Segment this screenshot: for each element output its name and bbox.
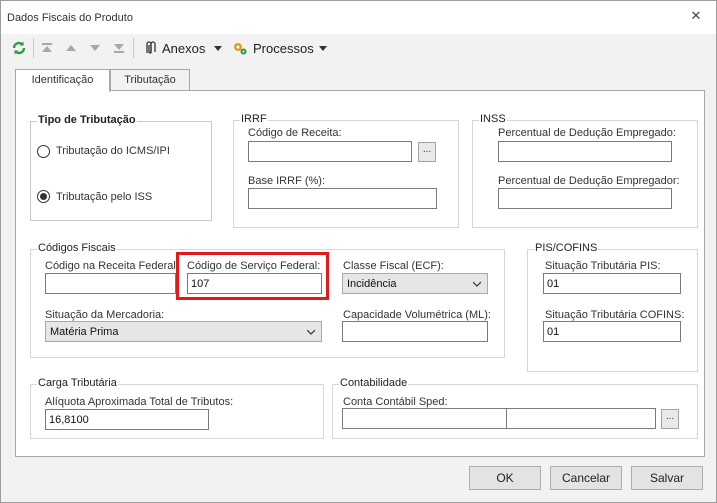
paperclip-icon[interactable]: [142, 40, 158, 56]
capacidade-input[interactable]: [342, 321, 488, 342]
empregador-input[interactable]: [498, 188, 672, 209]
refresh-icon[interactable]: [11, 40, 27, 56]
irrf-legend: IRRF: [240, 113, 268, 125]
classe-fiscal-select[interactable]: Incidência: [342, 273, 488, 294]
capacidade-label: Capacidade Volumétrica (ML):: [343, 309, 491, 321]
title-bar: Dados Fiscais do Produto ✕: [1, 1, 716, 34]
tab-tributacao[interactable]: Tributação: [110, 69, 190, 91]
chevron-down-icon: [306, 327, 316, 335]
toolbar-separator: [133, 38, 134, 58]
aliquota-label: Alíquota Aproximada Total de Tributos:: [45, 396, 234, 408]
base-irrf-input[interactable]: [248, 188, 437, 209]
codigo-receita-label: Código de Receita:: [248, 127, 342, 139]
classe-fiscal-value: Incidência: [347, 278, 397, 290]
conta-contabil-description-input[interactable]: [506, 408, 656, 429]
carga-tributaria-legend: Carga Tributária: [37, 377, 118, 389]
pis-cofins-legend: PIS/COFINS: [534, 242, 599, 254]
ok-button[interactable]: OK: [469, 466, 541, 490]
cofins-input[interactable]: 01: [543, 321, 681, 342]
radio-iss-label[interactable]: Tributação pelo ISS: [56, 191, 152, 203]
close-icon[interactable]: ✕: [690, 9, 702, 22]
highlight-box: [176, 252, 329, 300]
inss-legend: INSS: [479, 113, 507, 125]
conta-contabil-lookup-button[interactable]: ...: [661, 409, 679, 429]
tipo-tributacao-group: Tipo de Tributação: [30, 114, 212, 221]
pis-label: Situação Tributária PIS:: [545, 260, 661, 272]
processes-gear-icon[interactable]: [232, 40, 248, 56]
tipo-tributacao-legend: Tipo de Tributação: [37, 114, 137, 126]
radio-iss[interactable]: [37, 190, 50, 203]
radio-icms-ipi[interactable]: [37, 145, 50, 158]
classe-fiscal-label: Classe Fiscal (ECF):: [343, 260, 444, 272]
dialog-window: Dados Fiscais do Produto ✕ Anexos Proces…: [0, 0, 717, 503]
chevron-down-icon[interactable]: [214, 46, 222, 51]
empregado-label: Percentual de Dedução Empregado:: [498, 127, 676, 139]
last-record-icon[interactable]: [111, 40, 127, 56]
codigo-receita-input[interactable]: [248, 141, 412, 162]
aliquota-input[interactable]: 16,8100: [45, 409, 209, 430]
receita-federal-input[interactable]: [45, 273, 176, 294]
tab-panel: Tipo de Tributação Tributação do ICMS/IP…: [15, 90, 705, 457]
cofins-label: Situação Tributária COFINS:: [545, 309, 685, 321]
situacao-mercadoria-value: Matéria Prima: [50, 326, 119, 338]
codigo-receita-lookup-button[interactable]: ...: [418, 142, 436, 162]
contabilidade-legend: Contabilidade: [339, 377, 409, 389]
previous-record-icon[interactable]: [63, 40, 79, 56]
toolbar-separator: [33, 38, 34, 58]
next-record-icon[interactable]: [87, 40, 103, 56]
first-record-icon[interactable]: [39, 40, 55, 56]
processos-menu[interactable]: Processos: [253, 41, 314, 56]
radio-selected-dot: [40, 193, 47, 200]
chevron-down-icon: [472, 279, 482, 287]
anexos-menu[interactable]: Anexos: [162, 41, 205, 56]
empregado-input[interactable]: [498, 141, 672, 162]
chevron-down-icon[interactable]: [319, 46, 327, 51]
toolbar: Anexos Processos: [1, 34, 716, 62]
conta-contabil-label: Conta Contábil Sped:: [343, 396, 448, 408]
window-title: Dados Fiscais do Produto: [7, 12, 133, 24]
radio-icms-ipi-label[interactable]: Tributação do ICMS/IPI: [56, 145, 170, 157]
codigos-fiscais-legend: Códigos Fiscais: [37, 242, 117, 254]
situacao-mercadoria-label: Situação da Mercadoria:: [45, 309, 165, 321]
receita-federal-label: Código na Receita Federal:: [45, 260, 179, 272]
empregador-label: Percentual de Dedução Empregador:: [498, 175, 680, 187]
situacao-mercadoria-select[interactable]: Matéria Prima: [45, 321, 322, 342]
tab-identificacao[interactable]: Identificação: [15, 69, 110, 92]
pis-input[interactable]: 01: [543, 273, 681, 294]
base-irrf-label: Base IRRF (%):: [248, 175, 326, 187]
cancel-button[interactable]: Cancelar: [550, 466, 622, 490]
save-button[interactable]: Salvar: [631, 466, 703, 490]
